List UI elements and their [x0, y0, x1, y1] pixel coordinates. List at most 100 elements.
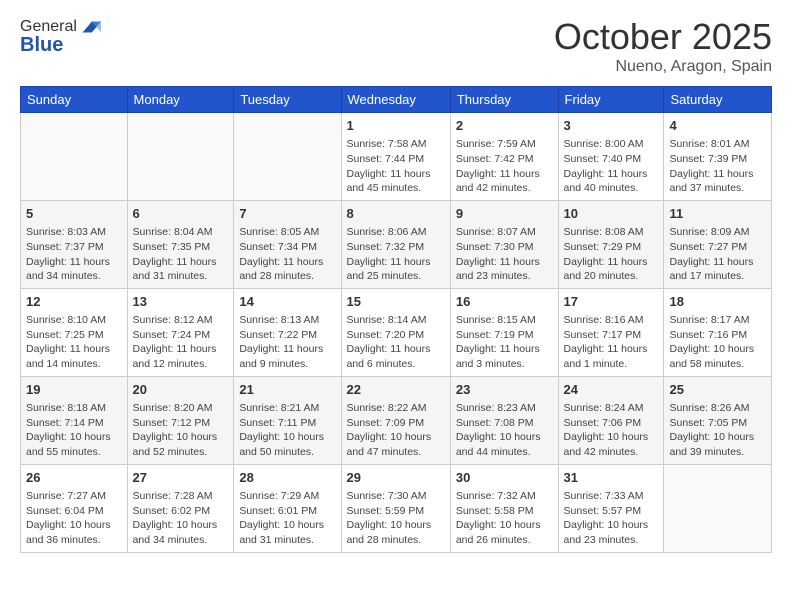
title-block: October 2025 Nueno, Aragon, Spain [554, 16, 772, 76]
day-info: Sunrise: 8:03 AMSunset: 7:37 PMDaylight:… [26, 225, 122, 284]
calendar-header-row: Sunday Monday Tuesday Wednesday Thursday… [21, 87, 772, 113]
calendar-cell: 28 Sunrise: 7:29 AMSunset: 6:01 PMDayligh… [234, 464, 341, 552]
day-number: 17 [564, 293, 659, 311]
calendar-cell: 5Sunrise: 8:03 AMSunset: 7:37 PMDaylight… [21, 200, 128, 288]
day-number: 27 [133, 469, 229, 487]
calendar-cell: 13Sunrise: 8:12 AMSunset: 7:24 PMDayligh… [127, 288, 234, 376]
day-number: 22 [347, 381, 445, 399]
col-wednesday: Wednesday [341, 87, 450, 113]
calendar-cell: 18Sunrise: 8:17 AMSunset: 7:16 PMDayligh… [664, 288, 772, 376]
day-number: 18 [669, 293, 766, 311]
day-info: Sunrise: 7:28 AMSunset: 6:02 PMDaylight:… [133, 489, 229, 548]
col-sunday: Sunday [21, 87, 128, 113]
day-number: 26 [26, 469, 122, 487]
day-info: Sunrise: 8:13 AMSunset: 7:22 PMDaylight:… [239, 313, 335, 372]
day-number: 6 [133, 205, 229, 223]
calendar-cell: 8 Sunrise: 8:06 AMSunset: 7:32 PMDaylight… [341, 200, 450, 288]
col-saturday: Saturday [664, 87, 772, 113]
calendar-cell [127, 113, 234, 201]
calendar-cell: 19 Sunrise: 8:18 AMSunset: 7:14 PMDayligh… [21, 376, 128, 464]
calendar-week-row: 5Sunrise: 8:03 AMSunset: 7:37 PMDaylight… [21, 200, 772, 288]
col-friday: Friday [558, 87, 664, 113]
calendar-cell: 2 Sunrise: 7:59 AMSunset: 7:42 PMDaylight… [450, 113, 558, 201]
calendar-cell: 22 Sunrise: 8:22 AMSunset: 7:09 PMDayligh… [341, 376, 450, 464]
day-number: 12 [26, 293, 122, 311]
calendar-cell: 3 Sunrise: 8:00 AMSunset: 7:40 PMDaylight… [558, 113, 664, 201]
day-info: Sunrise: 8:00 AMSunset: 7:40 PMDaylight:… [564, 137, 659, 196]
day-number: 8 [347, 205, 445, 223]
calendar-cell: 10Sunrise: 8:08 AMSunset: 7:29 PMDayligh… [558, 200, 664, 288]
day-info: Sunrise: 8:06 AMSunset: 7:32 PMDaylight:… [347, 225, 445, 284]
day-number: 14 [239, 293, 335, 311]
calendar-cell: 21 Sunrise: 8:21 AMSunset: 7:11 PMDayligh… [234, 376, 341, 464]
day-number: 10 [564, 205, 659, 223]
calendar-cell: 25Sunrise: 8:26 AMSunset: 7:05 PMDayligh… [664, 376, 772, 464]
day-number: 15 [347, 293, 445, 311]
calendar-cell: 12 Sunrise: 8:10 AMSunset: 7:25 PMDayligh… [21, 288, 128, 376]
day-number: 3 [564, 117, 659, 135]
calendar-cell: 30Sunrise: 7:32 AMSunset: 5:58 PMDayligh… [450, 464, 558, 552]
calendar-week-row: 1 Sunrise: 7:58 AMSunset: 7:44 PMDaylight… [21, 113, 772, 201]
calendar-week-row: 19 Sunrise: 8:18 AMSunset: 7:14 PMDayligh… [21, 376, 772, 464]
col-tuesday: Tuesday [234, 87, 341, 113]
day-number: 31 [564, 469, 659, 487]
col-thursday: Thursday [450, 87, 558, 113]
day-number: 19 [26, 381, 122, 399]
month-title: October 2025 [554, 16, 772, 58]
day-number: 4 [669, 117, 766, 135]
day-info: Sunrise: 8:07 AMSunset: 7:30 PMDaylight:… [456, 225, 553, 284]
calendar-cell: 27 Sunrise: 7:28 AMSunset: 6:02 PMDayligh… [127, 464, 234, 552]
day-info: Sunrise: 8:22 AMSunset: 7:09 PMDaylight:… [347, 401, 445, 460]
calendar-cell: 31 Sunrise: 7:33 AMSunset: 5:57 PMDayligh… [558, 464, 664, 552]
day-number: 29 [347, 469, 445, 487]
header: General Blue October 2025 Nueno, Aragon,… [20, 16, 772, 76]
day-info: Sunrise: 8:18 AMSunset: 7:14 PMDaylight:… [26, 401, 122, 460]
calendar-cell: 7 Sunrise: 8:05 AMSunset: 7:34 PMDaylight… [234, 200, 341, 288]
calendar-cell: 24Sunrise: 8:24 AMSunset: 7:06 PMDayligh… [558, 376, 664, 464]
logo: General Blue [20, 16, 101, 57]
day-info: Sunrise: 8:26 AMSunset: 7:05 PMDaylight:… [669, 401, 766, 460]
day-info: Sunrise: 8:20 AMSunset: 7:12 PMDaylight:… [133, 401, 229, 460]
col-monday: Monday [127, 87, 234, 113]
day-number: 1 [347, 117, 445, 135]
day-number: 20 [133, 381, 229, 399]
day-info: Sunrise: 7:33 AMSunset: 5:57 PMDaylight:… [564, 489, 659, 548]
calendar-cell: 20 Sunrise: 8:20 AMSunset: 7:12 PMDayligh… [127, 376, 234, 464]
location-title: Nueno, Aragon, Spain [554, 58, 772, 76]
calendar-cell: 17Sunrise: 8:16 AMSunset: 7:17 PMDayligh… [558, 288, 664, 376]
day-info: Sunrise: 8:10 AMSunset: 7:25 PMDaylight:… [26, 313, 122, 372]
day-info: Sunrise: 8:14 AMSunset: 7:20 PMDaylight:… [347, 313, 445, 372]
day-number: 9 [456, 205, 553, 223]
calendar-cell: 9 Sunrise: 8:07 AMSunset: 7:30 PMDaylight… [450, 200, 558, 288]
day-number: 7 [239, 205, 335, 223]
calendar-cell: 11Sunrise: 8:09 AMSunset: 7:27 PMDayligh… [664, 200, 772, 288]
day-info: Sunrise: 7:30 AMSunset: 5:59 PMDaylight:… [347, 489, 445, 548]
day-number: 2 [456, 117, 553, 135]
day-info: Sunrise: 8:04 AMSunset: 7:35 PMDaylight:… [133, 225, 229, 284]
calendar-cell: 1 Sunrise: 7:58 AMSunset: 7:44 PMDaylight… [341, 113, 450, 201]
day-number: 28 [239, 469, 335, 487]
calendar-cell: 15 Sunrise: 8:14 AMSunset: 7:20 PMDayligh… [341, 288, 450, 376]
day-number: 21 [239, 381, 335, 399]
day-info: Sunrise: 7:59 AMSunset: 7:42 PMDaylight:… [456, 137, 553, 196]
calendar-cell: 6 Sunrise: 8:04 AMSunset: 7:35 PMDaylight… [127, 200, 234, 288]
day-info: Sunrise: 8:05 AMSunset: 7:34 PMDaylight:… [239, 225, 335, 284]
calendar-cell: 23Sunrise: 8:23 AMSunset: 7:08 PMDayligh… [450, 376, 558, 464]
day-info: Sunrise: 8:15 AMSunset: 7:19 PMDaylight:… [456, 313, 553, 372]
calendar-cell: 14 Sunrise: 8:13 AMSunset: 7:22 PMDayligh… [234, 288, 341, 376]
day-number: 16 [456, 293, 553, 311]
day-info: Sunrise: 7:58 AMSunset: 7:44 PMDaylight:… [347, 137, 445, 196]
calendar-week-row: 26Sunrise: 7:27 AMSunset: 6:04 PMDayligh… [21, 464, 772, 552]
day-info: Sunrise: 7:29 AMSunset: 6:01 PMDaylight:… [239, 489, 335, 548]
page: General Blue October 2025 Nueno, Aragon,… [0, 0, 792, 612]
calendar-cell [234, 113, 341, 201]
day-info: Sunrise: 8:21 AMSunset: 7:11 PMDaylight:… [239, 401, 335, 460]
day-info: Sunrise: 8:09 AMSunset: 7:27 PMDaylight:… [669, 225, 766, 284]
calendar-cell: 26Sunrise: 7:27 AMSunset: 6:04 PMDayligh… [21, 464, 128, 552]
day-number: 30 [456, 469, 553, 487]
calendar-table: Sunday Monday Tuesday Wednesday Thursday… [20, 86, 772, 553]
day-info: Sunrise: 8:24 AMSunset: 7:06 PMDaylight:… [564, 401, 659, 460]
logo-icon [79, 16, 101, 38]
day-info: Sunrise: 8:12 AMSunset: 7:24 PMDaylight:… [133, 313, 229, 372]
calendar-cell [664, 464, 772, 552]
